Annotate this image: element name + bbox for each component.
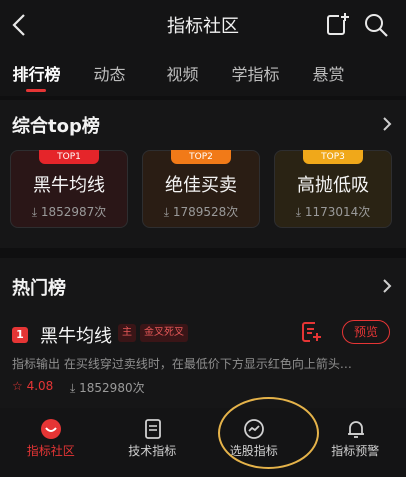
bell-icon (347, 421, 364, 438)
usage-count: ⤓ 1852987次 (11, 203, 127, 220)
usage-count-value: 1852980次 (79, 381, 145, 395)
nav-label: 指标预警 (331, 444, 380, 458)
top-card-3[interactable]: TOP3 高抛低吸 ⤓ 1173014次 (274, 150, 392, 228)
indicator-name: 绝佳买卖 (165, 175, 237, 196)
rank-badge: TOP2 (171, 150, 231, 164)
nav-label: 指标社区 (26, 444, 75, 458)
indicator-description: 指标输出 在买线穿过卖线时，在最低价下方显示红色向上箭头… (12, 357, 352, 371)
edit-document-icon[interactable] (300, 320, 322, 344)
rank-badge: TOP3 (303, 150, 363, 164)
usage-count-value: 1852987次 (40, 205, 107, 219)
tab-learn[interactable]: 学指标 (219, 50, 292, 96)
nav-label: 技术指标 (128, 444, 177, 458)
download-icon: ⤓ (295, 205, 302, 219)
tab-video[interactable]: 视频 (146, 50, 219, 96)
tag-main: 主 (118, 324, 136, 342)
top-ranking-section: 综合top榜 TOP1 黑牛均线 ⤓ 1852987次 TOP2 绝佳买卖 ⤓ … (0, 100, 406, 248)
nav-technical[interactable]: 技术指标 (102, 408, 204, 477)
top-card-1[interactable]: TOP1 黑牛均线 ⤓ 1852987次 (10, 150, 128, 228)
tab-bounty[interactable]: 悬赏 (292, 50, 365, 96)
chevron-right-icon[interactable] (380, 114, 394, 134)
section-title-top: 综合top榜 (12, 116, 100, 137)
search-icon[interactable] (361, 10, 391, 40)
usage-count-value: 1173014次 (304, 205, 371, 219)
indicator-name: 高抛低吸 (297, 175, 369, 196)
usage-count: ⤓ 1789528次 (143, 203, 259, 220)
rating-value: 4.08 (26, 379, 54, 393)
tab-dynamics[interactable]: 动态 (73, 50, 146, 96)
indicator-name: 黑牛均线 (33, 175, 105, 196)
star-icon: ☆ (12, 379, 23, 393)
rank-number: 1 (12, 327, 28, 343)
rating: ☆ 4.08 (12, 379, 53, 393)
tab-bar: 排行榜 动态 视频 学指标 悬赏 (0, 50, 406, 96)
add-post-icon[interactable] (322, 10, 352, 40)
document-icon (144, 419, 161, 439)
header-bar: 指标社区 (0, 0, 406, 50)
community-icon (41, 419, 61, 439)
indicator-name[interactable]: 黑牛均线 (40, 322, 112, 348)
highlight-annotation (218, 397, 319, 469)
usage-count: ⤓ 1852980次 (70, 379, 145, 396)
hot-ranking-section: 热门榜 1 黑牛均线 主 金叉死叉 预览 指标输出 在买线穿过卖线时，在最低价下… (0, 258, 406, 408)
tag-golden-cross: 金叉死叉 (140, 324, 188, 342)
nav-community[interactable]: 指标社区 (0, 408, 102, 477)
download-icon: ⤓ (31, 205, 38, 219)
bottom-nav: 指标社区 技术指标 选股指标 指标预警 (0, 408, 406, 477)
download-icon: ⤓ (70, 381, 76, 395)
top-card-2[interactable]: TOP2 绝佳买卖 ⤓ 1789528次 (142, 150, 260, 228)
download-icon: ⤓ (163, 205, 170, 219)
tab-ranking[interactable]: 排行榜 (0, 50, 73, 96)
nav-alert[interactable]: 指标预警 (305, 408, 406, 477)
usage-count: ⤓ 1173014次 (275, 203, 391, 220)
usage-count-value: 1789528次 (172, 205, 239, 219)
preview-button[interactable]: 预览 (342, 320, 390, 344)
section-title-hot: 热门榜 (12, 278, 66, 299)
rank-badge: TOP1 (39, 150, 99, 164)
chevron-right-icon[interactable] (380, 276, 394, 296)
